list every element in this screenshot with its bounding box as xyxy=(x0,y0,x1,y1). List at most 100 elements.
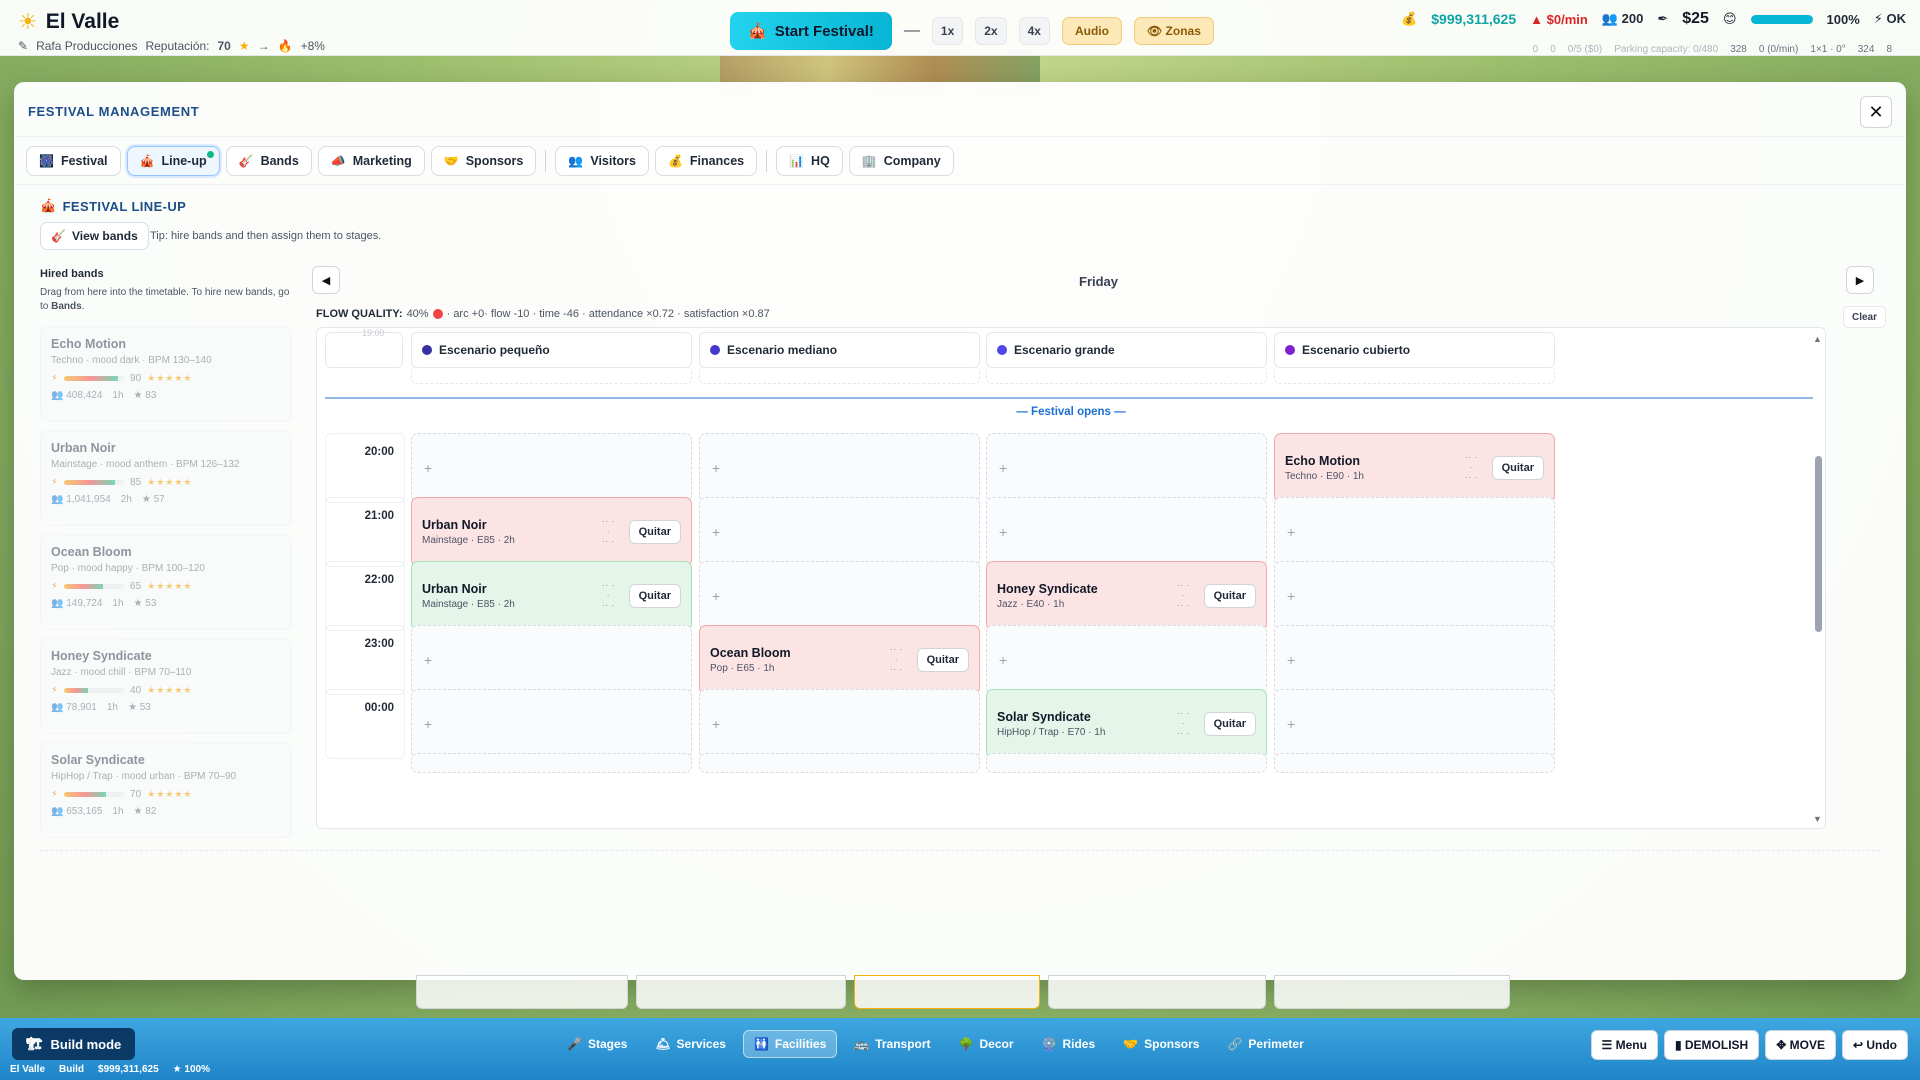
hired-band-card[interactable]: Urban Noir Mainstage · mood anthem · BPM … xyxy=(40,430,292,526)
empty-slot[interactable] xyxy=(986,753,1267,773)
clear-button[interactable]: Clear xyxy=(1842,306,1886,328)
remove-band-button[interactable]: Quitar xyxy=(628,520,681,544)
bands-link[interactable]: Bands xyxy=(51,301,82,312)
drag-handle-icon[interactable]: ·· · · ·· · xyxy=(602,581,615,611)
remove-band-button[interactable]: Quitar xyxy=(1203,584,1256,608)
prev-day-button[interactable]: ◀ xyxy=(312,266,340,294)
empty-slot[interactable]: + xyxy=(986,433,1267,503)
view-bands-button[interactable]: 🎸 View bands xyxy=(40,222,149,250)
zonas-button[interactable]: 👁 Zonas xyxy=(1133,17,1214,45)
empty-slot[interactable]: + xyxy=(699,497,980,567)
speed-2x-button[interactable]: 2x xyxy=(975,17,1007,45)
stage-name: Escenario cubierto xyxy=(1302,343,1411,357)
booked-slot[interactable]: Ocean Bloom Pop · E65 · 1h ·· · · ·· · Quitar xyxy=(699,625,980,695)
empty-slot[interactable]: + xyxy=(699,561,980,631)
tab-marketing[interactable]: 📣 Marketing xyxy=(317,146,425,176)
category-facilities[interactable]: 🚻 Facilities xyxy=(742,1030,838,1058)
hired-band-card[interactable]: Ocean Bloom Pop · mood happy · BPM 100–12… xyxy=(40,534,292,630)
tab-finances[interactable]: 💰 Finances xyxy=(654,146,758,176)
tip-text: Tip: hire bands and then assign them to … xyxy=(150,230,382,242)
band-rating: ★ 82 xyxy=(133,806,157,817)
booked-slot[interactable]: Solar Syndicate HipHop / Trap · E70 · 1h ·… xyxy=(986,689,1267,759)
timetable-grid[interactable]: 19:00 — Festival opens — ▲ ▼ Escenario p… xyxy=(316,327,1826,829)
booked-slot[interactable]: Honey Syndicate Jazz · E40 · 1h ·· · · ·· · Q… xyxy=(986,561,1267,631)
empty-slot[interactable]: + xyxy=(1274,689,1555,759)
booked-slot[interactable]: Urban Noir Mainstage · E85 · 2h ·· · · ·· · Q… xyxy=(411,497,692,567)
category-decor[interactable]: 🌳 Decor xyxy=(948,1030,1025,1058)
remove-band-button[interactable]: Quitar xyxy=(916,648,969,672)
speed-1x-button[interactable]: 1x xyxy=(931,17,964,45)
close-modal-button[interactable]: ✕ xyxy=(1860,96,1892,128)
category-rides[interactable]: 🎡 Rides xyxy=(1031,1030,1107,1058)
menu-button[interactable]: ☰ Menu xyxy=(1590,1030,1658,1060)
audio-button[interactable]: Audio xyxy=(1061,17,1122,45)
hired-bands-description: Drag from here into the timetable. To hi… xyxy=(40,286,290,314)
remove-band-button[interactable]: Quitar xyxy=(1491,456,1544,480)
empty-slot[interactable] xyxy=(1274,753,1555,773)
build-card[interactable] xyxy=(416,975,628,1009)
tab-sponsors[interactable]: 🤝 Sponsors xyxy=(430,146,537,176)
tab-company[interactable]: 🏢 Company xyxy=(848,146,954,176)
pause-button[interactable]: — xyxy=(900,22,924,40)
demolish-button[interactable]: ▮ DEMOLISH xyxy=(1663,1030,1760,1060)
category-label: Decor xyxy=(979,1037,1014,1051)
energy-icon: ⚡ xyxy=(51,373,59,384)
next-day-button[interactable]: ▶ xyxy=(1846,266,1874,294)
tab-bands[interactable]: 🎸 Bands xyxy=(225,146,312,176)
empty-slot[interactable]: + xyxy=(699,689,980,759)
empty-slot[interactable]: + xyxy=(1274,561,1555,631)
tab-hq[interactable]: 📊 HQ xyxy=(776,146,843,176)
category-services[interactable]: 🛎 Services xyxy=(644,1030,737,1058)
empty-slot[interactable]: + xyxy=(986,625,1267,695)
drag-handle-icon[interactable]: ·· · · ·· · xyxy=(1177,581,1190,611)
scroll-down-icon[interactable]: ▼ xyxy=(1813,814,1822,824)
substat-0: 0 xyxy=(1532,44,1539,55)
hired-band-card[interactable]: Honey Syndicate Jazz · mood chill · BPM 7… xyxy=(40,638,292,734)
visitors-icon: 👥 200 xyxy=(1601,11,1644,26)
empty-slot[interactable] xyxy=(699,753,980,773)
booked-slot[interactable]: Urban Noir Mainstage · E85 · 2h ·· · · ·· · Q… xyxy=(411,561,692,631)
tab-line-up[interactable]: 🎪 Line-up xyxy=(126,146,220,176)
empty-slot[interactable]: + xyxy=(986,497,1267,567)
drag-handle-icon[interactable]: ·· · · ·· · xyxy=(1177,709,1190,739)
empty-slot[interactable]: + xyxy=(1274,625,1555,695)
tab-label: Line-up xyxy=(161,154,207,168)
rating-stars-icon: ★★★★★ xyxy=(147,685,193,695)
remove-band-button[interactable]: Quitar xyxy=(628,584,681,608)
empty-slot[interactable] xyxy=(411,753,692,773)
build-mode-button[interactable]: 🏗 Build mode xyxy=(12,1028,136,1060)
remove-band-button[interactable]: Quitar xyxy=(1203,712,1256,736)
empty-slot[interactable]: + xyxy=(1274,497,1555,567)
move-button[interactable]: ✥ MOVE xyxy=(1765,1030,1836,1060)
add-icon: + xyxy=(712,588,721,604)
hired-bands-list: Echo Motion Techno · mood dark · BPM 130–… xyxy=(40,326,292,846)
category-stages[interactable]: 🎤 Stages xyxy=(556,1030,638,1058)
undo-button[interactable]: ↩ Undo xyxy=(1841,1030,1908,1060)
start-festival-button[interactable]: 🎪 Start Festival! xyxy=(730,12,892,50)
build-card[interactable] xyxy=(636,975,846,1009)
hired-band-card[interactable]: Solar Syndicate HipHop / Trap · mood urba… xyxy=(40,742,292,838)
empty-slot[interactable]: + xyxy=(411,433,692,503)
speed-4x-button[interactable]: 4x xyxy=(1018,17,1050,45)
timetable-scrollbar[interactable]: ▲ ▼ xyxy=(1813,334,1823,824)
modal-tabs: 🎆 Festival 🎪 Line-up 🎸 Bands 📣 Marketing 🤝 Sp… xyxy=(26,146,954,176)
empty-slot[interactable]: + xyxy=(411,689,692,759)
scroll-up-icon[interactable]: ▲ xyxy=(1813,334,1822,344)
tab-visitors[interactable]: 👥 Visitors xyxy=(555,146,649,176)
scrollbar-thumb[interactable] xyxy=(1815,456,1822,632)
drag-handle-icon[interactable]: ·· · · ·· · xyxy=(602,517,615,547)
booked-slot[interactable]: Echo Motion Techno · E90 · 1h ·· · · ·· · Qui… xyxy=(1274,433,1555,503)
build-card[interactable] xyxy=(1274,975,1510,1009)
build-card[interactable] xyxy=(1048,975,1266,1009)
drag-handle-icon[interactable]: ·· · · ·· · xyxy=(1465,453,1478,483)
drag-handle-icon[interactable]: ·· · · ·· · xyxy=(890,645,903,675)
empty-slot[interactable]: + xyxy=(411,625,692,695)
category-transport[interactable]: 🚌 Transport xyxy=(843,1030,941,1058)
empty-slot[interactable]: + xyxy=(699,433,980,503)
category-sponsors[interactable]: 🤝 Sponsors xyxy=(1112,1030,1210,1058)
category-perimeter[interactable]: 🔗 Perimeter xyxy=(1216,1030,1314,1058)
tab-festival[interactable]: 🎆 Festival xyxy=(26,146,121,176)
build-card[interactable] xyxy=(854,975,1040,1009)
hired-band-card[interactable]: Echo Motion Techno · mood dark · BPM 130–… xyxy=(40,326,292,422)
ticket-price[interactable]: $25 xyxy=(1682,10,1709,28)
